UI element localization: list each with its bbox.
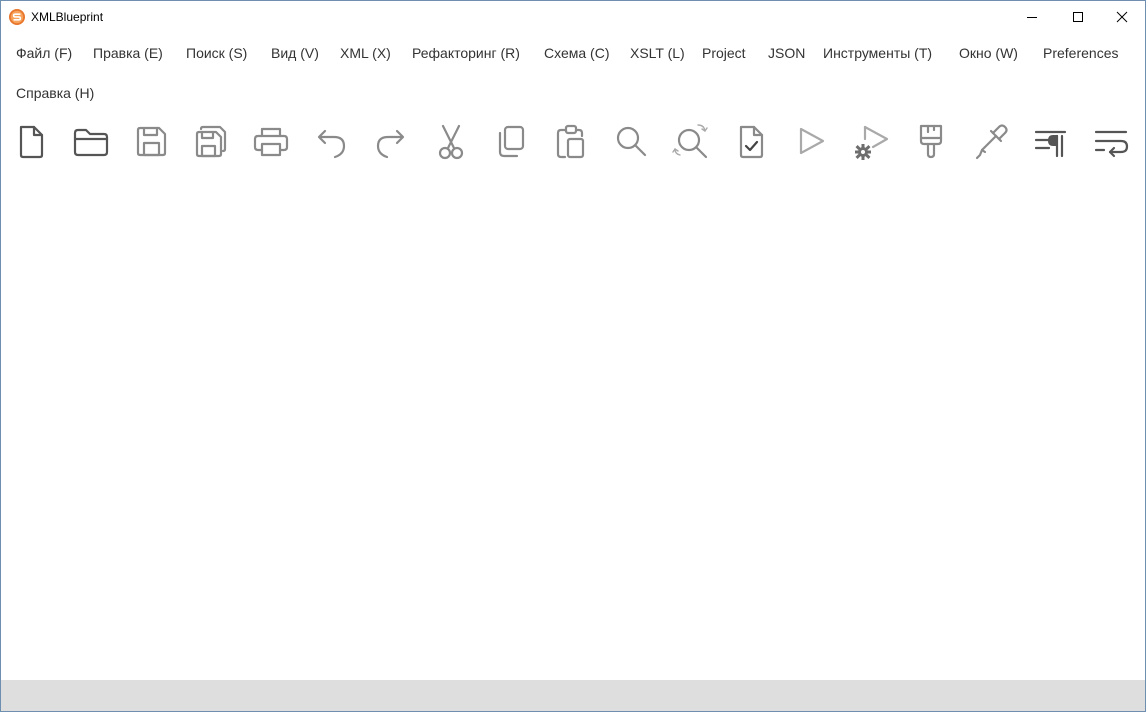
find-icon <box>611 121 651 161</box>
menu-preferences[interactable]: Preferences <box>1043 43 1118 63</box>
menu-edit[interactable]: Правка (E) <box>93 43 163 63</box>
word-wrap-icon <box>1091 121 1131 161</box>
close-icon <box>1116 11 1128 22</box>
maximize-button[interactable] <box>1055 1 1101 32</box>
run-settings-icon <box>855 121 891 160</box>
format-brush-icon <box>911 121 951 161</box>
xmlblueprint-logo-icon <box>9 9 25 25</box>
minimize-icon <box>1027 16 1037 18</box>
open-folder-icon <box>71 121 111 161</box>
window-title: XMLBlueprint <box>31 10 104 24</box>
word-wrap-button[interactable] <box>1091 121 1131 161</box>
menu-project[interactable]: Project <box>702 43 746 63</box>
validate-button[interactable] <box>731 121 771 161</box>
copy-icon <box>491 121 531 161</box>
menu-schema[interactable]: Схема (C) <box>544 43 609 63</box>
cut-button[interactable] <box>431 121 471 161</box>
editor-area[interactable] <box>1 167 1145 679</box>
redo-button[interactable] <box>371 121 411 161</box>
redo-icon <box>371 121 411 161</box>
menu-tools[interactable]: Инструменты (T) <box>823 43 932 63</box>
eyedropper-icon <box>971 121 1011 161</box>
new-file-icon <box>11 121 51 161</box>
toolbar <box>1 119 1145 165</box>
undo-button[interactable] <box>311 121 351 161</box>
menu-search[interactable]: Поиск (S) <box>186 43 247 63</box>
run-button[interactable] <box>791 121 831 161</box>
cut-icon <box>431 121 471 161</box>
open-button[interactable] <box>71 121 111 161</box>
minimize-button[interactable] <box>1009 1 1055 32</box>
menu-refactoring[interactable]: Рефакторинг (R) <box>412 43 520 63</box>
print-icon <box>251 121 291 161</box>
paste-button[interactable] <box>551 121 591 161</box>
menu-bar: Файл (F) Правка (E) Поиск (S) Вид (V) XM… <box>1 33 1145 113</box>
copy-button[interactable] <box>491 121 531 161</box>
title-bar: XMLBlueprint <box>1 1 1145 32</box>
save-all-icon <box>191 121 231 161</box>
save-all-button[interactable] <box>191 121 231 161</box>
new-file-button[interactable] <box>11 121 51 161</box>
undo-icon <box>311 121 351 161</box>
menu-window[interactable]: Окно (W) <box>959 43 1018 63</box>
status-bar <box>1 680 1145 711</box>
find-replace-button[interactable] <box>671 121 711 161</box>
run-icon <box>791 121 831 161</box>
menu-file[interactable]: Файл (F) <box>16 43 72 63</box>
menu-xslt[interactable]: XSLT (L) <box>630 43 685 63</box>
close-button[interactable] <box>1099 1 1145 32</box>
eyedropper-button[interactable] <box>971 121 1011 161</box>
paste-icon <box>551 121 591 161</box>
menu-xml[interactable]: XML (X) <box>340 43 391 63</box>
find-replace-icon <box>671 121 711 161</box>
save-button[interactable] <box>131 121 171 161</box>
print-button[interactable] <box>251 121 291 161</box>
maximize-icon <box>1073 11 1083 22</box>
menu-view[interactable]: Вид (V) <box>271 43 319 63</box>
menu-json[interactable]: JSON <box>768 43 805 63</box>
show-whitespace-button[interactable] <box>1031 121 1071 161</box>
menu-help[interactable]: Справка (H) <box>16 83 94 103</box>
find-button[interactable] <box>611 121 651 161</box>
run-settings-button[interactable] <box>851 121 891 161</box>
format-button[interactable] <box>911 121 951 161</box>
show-whitespace-icon <box>1031 121 1071 161</box>
save-icon <box>131 121 171 161</box>
app-window: XMLBlueprint Файл (F) Правка (E) Поиск (… <box>0 0 1146 712</box>
validate-icon <box>731 121 771 161</box>
